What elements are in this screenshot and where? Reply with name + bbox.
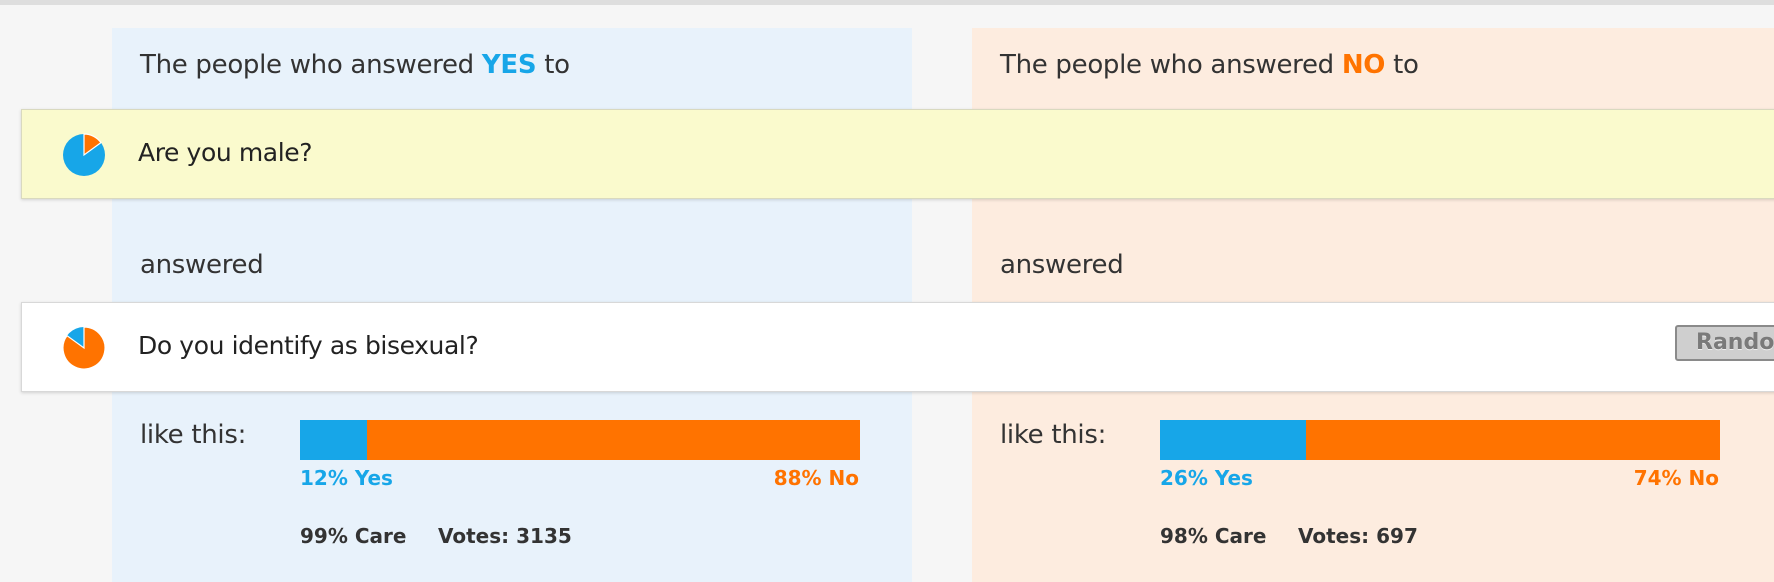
no-result-yes-percent: 26% Yes xyxy=(1160,466,1253,490)
question-bar-male[interactable]: Are you male? xyxy=(21,109,1774,199)
no-answered-label: answered xyxy=(1000,250,1124,280)
yes-like-label: like this: xyxy=(140,420,247,450)
heading-prefix: The people who answered xyxy=(1000,50,1334,80)
yes-care-stat: 99% Care xyxy=(300,524,407,548)
no-result-no-percent: 74% No xyxy=(1633,466,1719,490)
yes-panel-heading: The people who answered YES to xyxy=(140,50,570,80)
no-care-stat: 98% Care xyxy=(1160,524,1267,548)
heading-suffix: to xyxy=(1393,50,1419,80)
no-result-bar xyxy=(1160,420,1720,460)
heading-suffix: to xyxy=(544,50,570,80)
pie-chart-icon xyxy=(62,326,106,370)
no-panel-heading: The people who answered NO to xyxy=(1000,50,1419,80)
heading-keyword-yes: YES xyxy=(481,50,537,80)
yes-result-yes-percent: 12% Yes xyxy=(300,466,393,490)
pie-chart-icon xyxy=(63,133,105,176)
yes-result-bar-yes-segment xyxy=(300,420,368,460)
yes-result-bar xyxy=(300,420,860,460)
no-result-bar-no-segment xyxy=(1305,420,1720,460)
yes-votes-stat: Votes: 3135 xyxy=(438,524,572,548)
no-result-bar-yes-segment xyxy=(1160,420,1306,460)
yes-answered-label: answered xyxy=(140,250,264,280)
no-like-label: like this: xyxy=(1000,420,1107,450)
no-votes-stat: Votes: 697 xyxy=(1298,524,1418,548)
heading-keyword-no: NO xyxy=(1341,50,1386,80)
random-button[interactable]: Rando xyxy=(1675,325,1774,361)
question-bar-bisexual[interactable]: Do you identify as bisexual? xyxy=(21,302,1774,392)
top-border xyxy=(0,0,1774,5)
question-text: Are you male? xyxy=(138,138,313,167)
yes-result-no-percent: 88% No xyxy=(773,466,859,490)
heading-prefix: The people who answered xyxy=(140,50,474,80)
yes-result-bar-no-segment xyxy=(367,420,860,460)
question-text: Do you identify as bisexual? xyxy=(138,331,479,360)
